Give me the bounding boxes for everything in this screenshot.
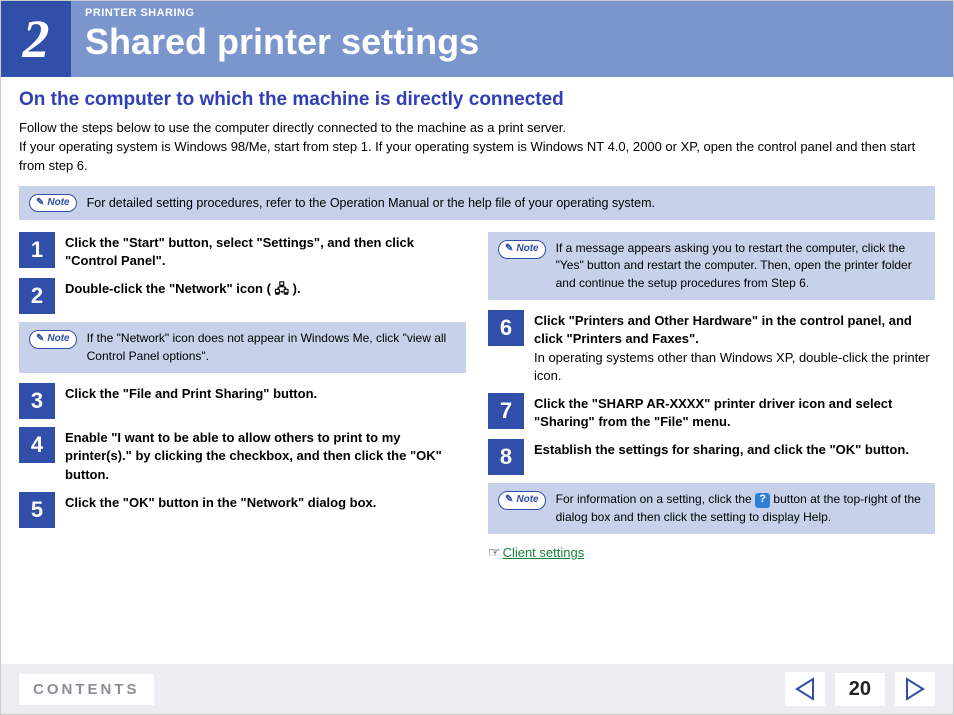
subheading: On the computer to which the machine is … [19, 89, 935, 111]
right-column: Note If a message appears asking you to … [488, 232, 935, 561]
step-text: Enable "I want to be able to allow other… [65, 427, 466, 484]
step-1: 1 Click the "Start" button, select "Sett… [19, 232, 466, 270]
note-badge-icon: Note [498, 240, 546, 259]
help-icon: ? [755, 493, 770, 508]
arrow-right-icon [903, 677, 927, 701]
header-band: 2 PRINTER SHARING Shared printer setting… [1, 1, 953, 77]
step-text: Click the "File and Print Sharing" butto… [65, 383, 317, 403]
step-text: Click the "Start" button, select "Settin… [65, 232, 466, 270]
step-text: Click the "OK" button in the "Network" d… [65, 492, 376, 512]
header-text: PRINTER SHARING Shared printer settings [71, 1, 493, 77]
step-sub: In operating systems other than Windows … [534, 349, 935, 385]
columns: 1 Click the "Start" button, select "Sett… [19, 232, 935, 561]
step-6: 6 Click "Printers and Other Hardware" in… [488, 310, 935, 385]
left-column: 1 Click the "Start" button, select "Sett… [19, 232, 466, 561]
top-note-box: Note For detailed setting procedures, re… [19, 186, 935, 221]
left-note-box: Note If the "Network" icon does not appe… [19, 322, 466, 373]
step-text: Double-click the "Network" icon ( 🖧 ). [65, 278, 301, 298]
right-note-bottom: Note For information on a setting, click… [488, 483, 935, 534]
client-settings-link[interactable]: Client settings [503, 545, 585, 560]
right-note-top: Note If a message appears asking you to … [488, 232, 935, 300]
step-2: 2 Double-click the "Network" icon ( 🖧 ). [19, 278, 466, 314]
arrow-left-icon [793, 677, 817, 701]
page-number: 20 [835, 673, 885, 706]
client-settings-link-row: ☞Client settings [488, 544, 935, 561]
note-badge-icon: Note [29, 194, 77, 213]
step-number: 8 [488, 439, 524, 475]
note-badge-icon: Note [29, 330, 77, 349]
note-text-before: For information on a setting, click the [556, 492, 755, 506]
pager: 20 [785, 672, 935, 706]
step-number: 2 [19, 278, 55, 314]
prev-page-button[interactable] [785, 672, 825, 706]
right-note-bottom-text: For information on a setting, click the … [556, 491, 925, 526]
step-text: Click "Printers and Other Hardware" in t… [534, 310, 935, 385]
step-8: 8 Establish the settings for sharing, an… [488, 439, 935, 475]
step-number: 5 [19, 492, 55, 528]
chapter-number: 2 [1, 1, 71, 77]
content-area: On the computer to which the machine is … [1, 77, 953, 561]
page-container: 2 PRINTER SHARING Shared printer setting… [0, 0, 954, 715]
next-page-button[interactable] [895, 672, 935, 706]
step-5: 5 Click the "OK" button in the "Network"… [19, 492, 466, 528]
top-note-text: For detailed setting procedures, refer t… [87, 194, 655, 212]
step-number: 4 [19, 427, 55, 463]
step-number: 6 [488, 310, 524, 346]
right-note-top-text: If a message appears asking you to resta… [556, 240, 925, 292]
pointer-icon: ☞ [488, 544, 501, 560]
step-number: 3 [19, 383, 55, 419]
step-4: 4 Enable "I want to be able to allow oth… [19, 427, 466, 484]
step-text: Establish the settings for sharing, and … [534, 439, 909, 459]
header-eyebrow: PRINTER SHARING [85, 7, 479, 19]
intro-paragraph: Follow the steps below to use the comput… [19, 119, 935, 176]
note-badge-icon: Note [498, 491, 546, 510]
footer-bar: CONTENTS 20 [1, 664, 953, 714]
step-number: 7 [488, 393, 524, 429]
step-7: 7 Click the "SHARP AR-XXXX" printer driv… [488, 393, 935, 431]
contents-button[interactable]: CONTENTS [19, 674, 154, 705]
step-number: 1 [19, 232, 55, 268]
left-note-text: If the "Network" icon does not appear in… [87, 330, 456, 365]
step-main: Click "Printers and Other Hardware" in t… [534, 313, 912, 346]
step-text: Click the "SHARP AR-XXXX" printer driver… [534, 393, 935, 431]
step-3: 3 Click the "File and Print Sharing" but… [19, 383, 466, 419]
page-title: Shared printer settings [85, 21, 479, 63]
